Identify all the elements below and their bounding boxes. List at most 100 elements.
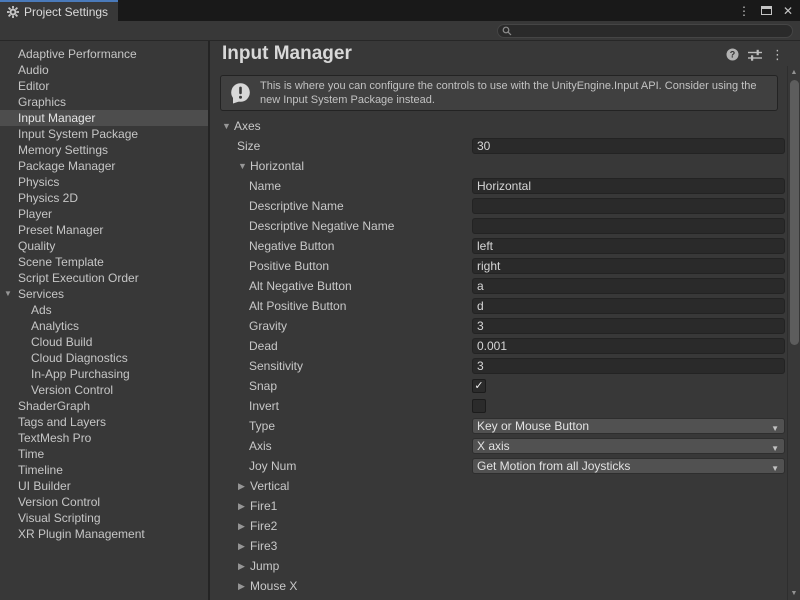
dropdown-value: Key or Mouse Button <box>477 419 589 433</box>
sidebar-item-cloud-build[interactable]: Cloud Build <box>0 334 208 350</box>
row-vertical[interactable]: ▶Vertical <box>212 476 787 496</box>
foldout-closed-icon[interactable]: ▶ <box>238 481 245 491</box>
sidebar-item-textmesh-pro[interactable]: TextMesh Pro <box>0 430 208 446</box>
foldout-open-icon[interactable]: ▼ <box>4 286 12 302</box>
field-label-positive-button: Positive Button <box>249 259 329 273</box>
sidebar-item-label: Cloud Build <box>31 335 92 349</box>
row-name: NameHorizontal <box>212 176 787 196</box>
sidebar-item-ui-builder[interactable]: UI Builder <box>0 478 208 494</box>
sidebar-item-label: Version Control <box>31 383 113 397</box>
sidebar-item-timeline[interactable]: Timeline <box>0 462 208 478</box>
sidebar-item-version-control[interactable]: Version Control <box>0 382 208 398</box>
checkbox-snap[interactable]: ✓ <box>472 379 486 393</box>
sidebar-item-tags-and-layers[interactable]: Tags and Layers <box>0 414 208 430</box>
text-field-dead[interactable]: 0.001 <box>472 338 785 354</box>
sidebar-item-analytics[interactable]: Analytics <box>0 318 208 334</box>
window-menu-icon[interactable]: ⋮ <box>738 5 750 17</box>
text-field-descriptive-name[interactable] <box>472 198 785 214</box>
row-invert: Invert <box>212 396 787 416</box>
search-box[interactable] <box>497 24 793 38</box>
foldout-closed-icon[interactable]: ▶ <box>238 541 245 551</box>
text-field-descriptive-negative-name[interactable] <box>472 218 785 234</box>
text-field-alt-positive-button[interactable]: d <box>472 298 785 314</box>
foldout-open-icon[interactable]: ▼ <box>238 161 247 171</box>
sidebar-item-audio[interactable]: Audio <box>0 62 208 78</box>
sidebar-item-memory-settings[interactable]: Memory Settings <box>0 142 208 158</box>
sidebar-item-physics[interactable]: Physics <box>0 174 208 190</box>
sidebar-item-player[interactable]: Player <box>0 206 208 222</box>
row-mouse-x[interactable]: ▶ Mouse X <box>212 576 787 596</box>
tab-bar: Project Settings ⋮ ✕ <box>0 0 800 21</box>
sidebar-item-label: Version Control <box>18 495 100 509</box>
sidebar-item-editor[interactable]: Editor <box>0 78 208 94</box>
row-negative-button: Negative Buttonleft <box>212 236 787 256</box>
sidebar-item-scene-template[interactable]: Scene Template <box>0 254 208 270</box>
sidebar-item-visual-scripting[interactable]: Visual Scripting <box>0 510 208 526</box>
more-menu-icon[interactable]: ⋮ <box>771 48 784 61</box>
foldout-open-icon[interactable]: ▼ <box>222 121 231 131</box>
foldout-closed-icon[interactable]: ▶ <box>238 501 245 511</box>
warning-bubble-icon <box>229 82 252 105</box>
sidebar-item-label: Input System Package <box>18 127 138 141</box>
sidebar-item-time[interactable]: Time <box>0 446 208 462</box>
sidebar-item-graphics[interactable]: Graphics <box>0 94 208 110</box>
presets-icon[interactable] <box>748 49 762 61</box>
text-field-name[interactable]: Horizontal <box>472 178 785 194</box>
help-icon[interactable]: ? <box>726 48 739 61</box>
sidebar-item-label: Package Manager <box>18 159 115 173</box>
sidebar-item-label: ShaderGraph <box>18 399 90 413</box>
row-dead: Dead 0.001 <box>212 336 787 356</box>
field-label-alt-positive-button: Alt Positive Button <box>249 299 346 313</box>
vertical-scrollbar: ▲ ▼ <box>787 66 800 600</box>
sidebar-item-adaptive-performance[interactable]: Adaptive Performance <box>0 46 208 62</box>
text-field-positive-button[interactable]: right <box>472 258 785 274</box>
field-label-dead: Dead <box>249 339 278 353</box>
sidebar-item-label: Scene Template <box>18 255 104 269</box>
row-horizontal[interactable]: ▼Horizontal <box>212 156 787 176</box>
sidebar-item-physics-2d[interactable]: Physics 2D <box>0 190 208 206</box>
search-input[interactable] <box>515 25 788 37</box>
foldout-closed-icon[interactable]: ▶ <box>238 581 245 591</box>
row-fire2[interactable]: ▶Fire2 <box>212 516 787 536</box>
text-field-sensitivity[interactable]: 3 <box>472 358 785 374</box>
sidebar-item-services[interactable]: ▼Services <box>0 286 208 302</box>
sidebar-item-script-execution-order[interactable]: Script Execution Order <box>0 270 208 286</box>
scroll-down-icon[interactable]: ▼ <box>788 590 800 597</box>
dropdown-joy-num[interactable]: Get Motion from all Joysticks▼ <box>472 458 785 474</box>
sidebar-item-input-system-package[interactable]: Input System Package <box>0 126 208 142</box>
row-axes[interactable]: ▼Axes <box>212 116 787 136</box>
scroll-up-icon[interactable]: ▲ <box>788 69 800 76</box>
sidebar-item-version-control[interactable]: Version Control <box>0 494 208 510</box>
sidebar-item-in-app-purchasing[interactable]: In-App Purchasing <box>0 366 208 382</box>
text-field-negative-button[interactable]: left <box>472 238 785 254</box>
dropdown-axis[interactable]: X axis▼ <box>472 438 785 454</box>
sidebar-item-label: Preset Manager <box>18 223 103 237</box>
sidebar-item-input-manager[interactable]: Input Manager <box>0 110 208 126</box>
sidebar-item-label: Time <box>18 447 44 461</box>
checkbox-invert[interactable] <box>472 399 486 413</box>
dropdown-type[interactable]: Key or Mouse Button▼ <box>472 418 785 434</box>
sidebar-item-quality[interactable]: Quality <box>0 238 208 254</box>
text-field-alt-negative-button[interactable]: a <box>472 278 785 294</box>
sidebar-item-ads[interactable]: Ads <box>0 302 208 318</box>
sidebar-item-package-manager[interactable]: Package Manager <box>0 158 208 174</box>
sidebar-item-xr-plugin-management[interactable]: XR Plugin Management <box>0 526 208 542</box>
foldout-closed-icon[interactable]: ▶ <box>238 521 245 531</box>
sidebar-item-cloud-diagnostics[interactable]: Cloud Diagnostics <box>0 350 208 366</box>
text-field-size[interactable]: 30 <box>472 138 785 154</box>
sidebar-item-shadergraph[interactable]: ShaderGraph <box>0 398 208 414</box>
field-label-axis: Axis <box>249 439 272 453</box>
text-field-gravity[interactable]: 3 <box>472 318 785 334</box>
tab-project-settings[interactable]: Project Settings <box>0 0 118 21</box>
row-jump[interactable]: ▶Jump <box>212 556 787 576</box>
row-snap: Snap✓ <box>212 376 787 396</box>
sidebar-item-preset-manager[interactable]: Preset Manager <box>0 222 208 238</box>
maximize-icon[interactable] <box>761 6 772 15</box>
sidebar-item-label: Input Manager <box>18 111 95 125</box>
row-fire1[interactable]: ▶Fire1 <box>212 496 787 516</box>
close-icon[interactable]: ✕ <box>783 5 793 17</box>
field-label-mouse-x: Mouse X <box>250 579 297 593</box>
scrollbar-thumb[interactable] <box>790 80 799 345</box>
foldout-closed-icon[interactable]: ▶ <box>238 561 245 571</box>
row-fire3[interactable]: ▶Fire3 <box>212 536 787 556</box>
